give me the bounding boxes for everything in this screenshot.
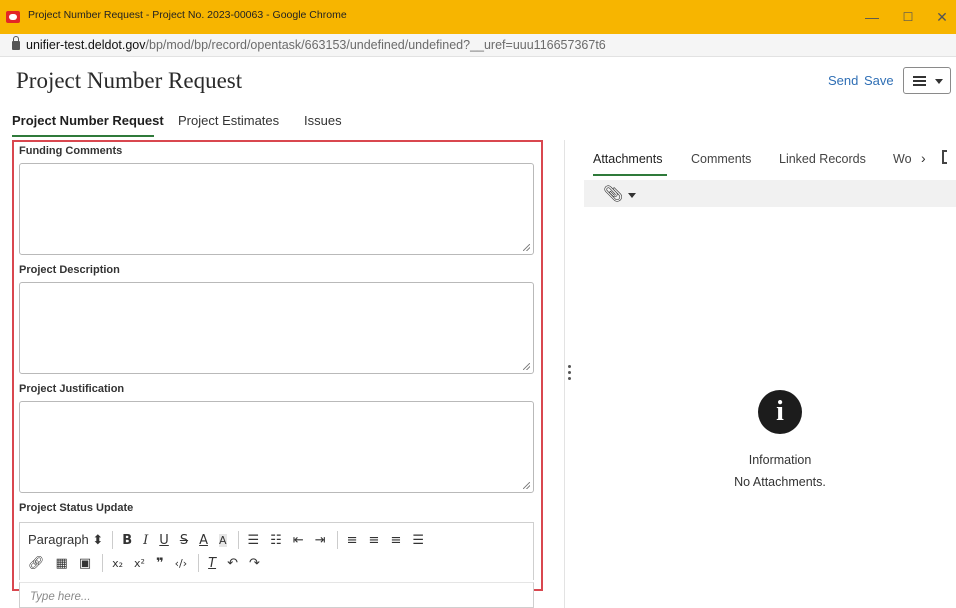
- actions-menu-button[interactable]: [903, 67, 951, 94]
- outdent-icon[interactable]: ⇤: [293, 533, 304, 548]
- status-update-editor[interactable]: Type here...: [19, 582, 534, 608]
- funding-comments-label: Funding Comments: [19, 145, 123, 157]
- project-justification-field[interactable]: [19, 401, 534, 493]
- window-title: Project Number Request - Project No. 202…: [28, 9, 347, 21]
- numbered-list-icon[interactable]: ☷: [270, 533, 282, 548]
- tab-issues[interactable]: Issues: [304, 113, 342, 128]
- bullet-list-icon[interactable]: ☰: [248, 533, 260, 548]
- underline-icon[interactable]: U: [159, 533, 169, 548]
- info-icon: i: [758, 390, 802, 434]
- highlight-color-icon[interactable]: A: [218, 533, 227, 547]
- resize-handle-icon[interactable]: [523, 244, 530, 251]
- toolbar-divider: [102, 554, 104, 572]
- chevron-down-icon[interactable]: [628, 193, 636, 198]
- chevron-down-icon: [935, 79, 943, 84]
- page-title: Project Number Request: [16, 68, 243, 93]
- undo-icon[interactable]: ↶: [227, 556, 238, 571]
- tab-linked-records[interactable]: Linked Records: [779, 152, 866, 166]
- no-attachments-message: No Attachments.: [734, 475, 826, 489]
- align-center-icon[interactable]: ≡: [369, 533, 380, 548]
- active-right-tab-indicator: [593, 174, 667, 176]
- hamburger-icon: [913, 76, 926, 86]
- toolbar-divider: [198, 554, 200, 572]
- minimize-button[interactable]: —: [858, 6, 886, 28]
- save-button[interactable]: Save: [864, 73, 894, 88]
- code-icon[interactable]: ‹/›: [175, 557, 188, 570]
- panel-divider: [564, 140, 565, 608]
- toolbar-divider: [336, 531, 338, 549]
- redo-icon[interactable]: ↷: [249, 556, 260, 571]
- maximize-button[interactable]: ☐: [894, 6, 922, 28]
- tab-comments[interactable]: Comments: [691, 152, 751, 166]
- splitter-handle-icon[interactable]: [568, 365, 572, 385]
- table-icon[interactable]: ▦: [56, 556, 68, 571]
- project-status-update-label: Project Status Update: [19, 502, 134, 514]
- url-path: /bp/mod/bp/record/opentask/663153/undefi…: [145, 38, 606, 52]
- tab-project-number-request[interactable]: Project Number Request: [12, 113, 164, 128]
- bold-icon[interactable]: B: [122, 533, 132, 548]
- browser-title-bar: Project Number Request - Project No. 202…: [0, 0, 956, 34]
- app-icon: [6, 11, 20, 23]
- resize-handle-icon[interactable]: [523, 363, 530, 370]
- expand-icon[interactable]: [942, 150, 950, 164]
- paperclip-icon[interactable]: 📎︎: [603, 184, 623, 203]
- indent-icon[interactable]: ⇥: [315, 533, 326, 548]
- align-justify-icon[interactable]: ☰: [412, 533, 424, 548]
- chevron-right-icon[interactable]: ›: [921, 150, 926, 166]
- address-bar[interactable]: unifier-test.deldot.gov/bp/mod/bp/record…: [0, 34, 956, 57]
- attachments-toolbar: [584, 180, 956, 207]
- paragraph-format-value: Paragraph: [28, 532, 89, 547]
- strikethrough-icon[interactable]: S: [180, 533, 188, 548]
- send-button[interactable]: Send: [828, 73, 858, 88]
- tab-project-estimates[interactable]: Project Estimates: [178, 113, 279, 128]
- font-color-icon[interactable]: A: [199, 533, 208, 548]
- image-icon[interactable]: ▣: [79, 556, 91, 571]
- toolbar-divider: [112, 531, 114, 549]
- editor-placeholder: Type here...: [30, 591, 91, 603]
- align-right-icon[interactable]: ≡: [390, 533, 401, 548]
- url-text[interactable]: unifier-test.deldot.gov/bp/mod/bp/record…: [26, 38, 606, 52]
- tab-attachments[interactable]: Attachments: [593, 152, 662, 166]
- subscript-icon[interactable]: x₂: [112, 557, 123, 570]
- project-description-field[interactable]: [19, 282, 534, 374]
- close-button[interactable]: ✕: [928, 6, 956, 28]
- clear-format-icon[interactable]: T: [208, 556, 216, 571]
- toolbar-divider: [237, 531, 239, 549]
- link-icon[interactable]: 🔗︎: [28, 556, 45, 571]
- resize-handle-icon[interactable]: [523, 482, 530, 489]
- align-left-icon[interactable]: ≡: [347, 533, 358, 548]
- lock-icon: [12, 36, 20, 50]
- funding-comments-field[interactable]: [19, 163, 534, 255]
- superscript-icon[interactable]: x²: [134, 557, 145, 570]
- info-title: Information: [748, 453, 812, 467]
- project-justification-label: Project Justification: [19, 383, 125, 395]
- italic-icon[interactable]: I: [143, 533, 148, 548]
- rich-text-toolbar: Paragraph ⬍ B I U S A A ☰ ☷ ⇤ ⇥ ≡ ≡ ≡ ☰ …: [19, 522, 534, 580]
- active-tab-indicator: [12, 135, 154, 137]
- project-description-label: Project Description: [19, 264, 120, 276]
- url-domain: unifier-test.deldot.gov: [26, 38, 146, 52]
- tab-workflow[interactable]: Wo: [893, 152, 912, 166]
- paragraph-format-select[interactable]: Paragraph ⬍: [28, 532, 103, 548]
- blockquote-icon[interactable]: ❞: [156, 556, 164, 571]
